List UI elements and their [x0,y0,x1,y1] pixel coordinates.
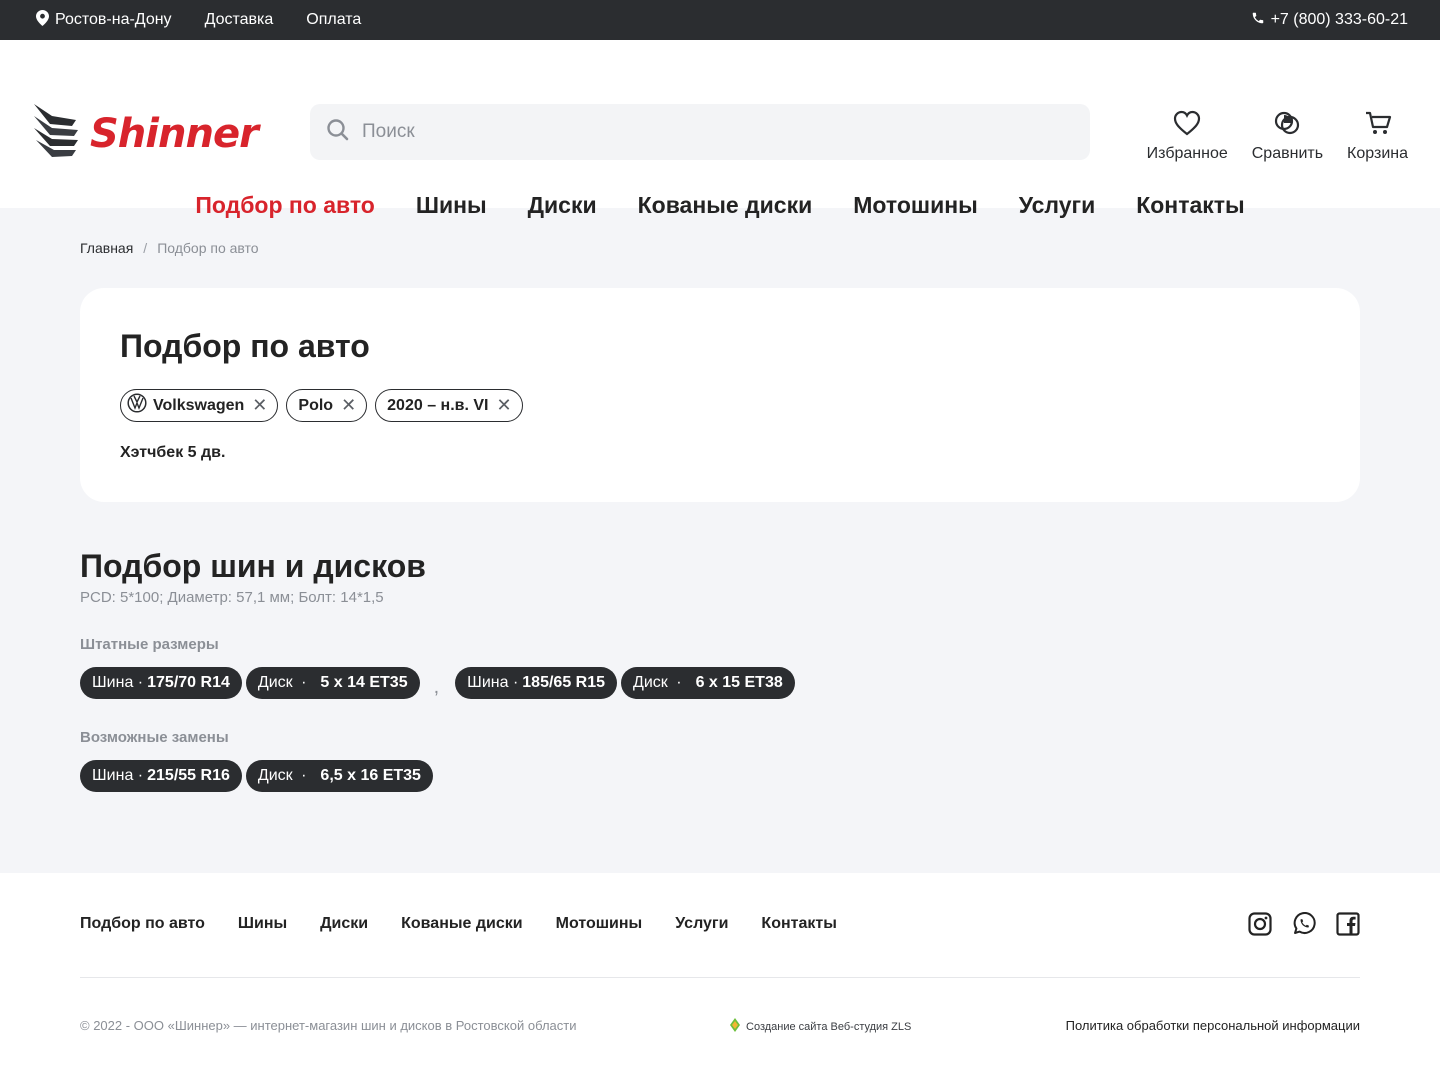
logo-text: Shinner [90,110,259,157]
nav-item-services[interactable]: Услуги [1019,192,1095,219]
footer-link-disks[interactable]: Диски [320,915,368,933]
fitment-section: Подбор шин и дисков PCD: 5*100; Диаметр:… [80,548,795,792]
size-separator: , [433,675,440,698]
footer-divider [80,977,1360,978]
footer-link-forged-disks[interactable]: Кованые диски [401,915,522,933]
nav-item-contacts[interactable]: Контакты [1136,192,1244,219]
footer-link-moto-tires[interactable]: Мотошины [556,915,643,933]
breadcrumb-current: Подбор по авто [157,240,259,256]
disk-size-pill[interactable]: Диск · 6,5 x 16 ET35 [245,760,433,792]
wings-logo-icon [32,102,80,165]
logo[interactable]: Shinner [32,102,259,165]
fitment-title: Подбор шин и дисков [80,548,426,584]
phone-number: +7 (800) 333-60-21 [1270,11,1408,28]
copyright: © 2022 - ООО «Шиннер» — интернет-магазин… [80,1018,577,1033]
studio-credit[interactable]: Создание сайта Веб-студия ZLS [730,1018,911,1035]
disk-size-pill[interactable]: Диск · 6 x 15 ET38 [621,667,795,699]
studio-label: Создание сайта Веб-студия ZLS [746,1020,912,1033]
tire-size-pill[interactable]: Шина · 215/55 R16 [80,760,242,792]
studio-logo-icon [730,1018,740,1035]
favorites-label: Избранное [1146,145,1228,162]
search-icon[interactable] [326,118,350,147]
phone-link[interactable]: +7 (800) 333-60-21 [1251,11,1408,30]
footer-link-tires[interactable]: Шины [238,915,287,933]
remove-icon[interactable]: ✕ [252,395,267,416]
replacement-sizes: Шина · 215/55 R16 Диск · 6,5 x 16 ET35 [80,760,795,792]
footer: Подбор по авто Шины Диски Кованые диски … [0,873,1440,1074]
body-type: Хэтчбек 5 дв. [120,444,226,461]
chip-model[interactable]: Polo ✕ [286,389,368,422]
search-input[interactable] [362,121,1042,143]
payment-link[interactable]: Оплата [306,11,361,29]
city-selector[interactable]: Ростов-на-Дону [36,9,172,31]
cart-label: Корзина [1347,145,1408,162]
city-label: Ростов-на-Дону [55,11,172,28]
page-title: Подбор по авто [120,328,370,364]
footer-link-services[interactable]: Услуги [675,915,728,933]
replacements-label: Возможные замены [80,729,229,746]
instagram-icon[interactable] [1248,912,1272,941]
header: Shinner Избранное Сравнить Корзина П [0,40,1440,218]
cart-button[interactable]: Корзина [1347,110,1408,163]
location-pin-icon [36,9,49,31]
heart-icon [1173,110,1201,141]
nav-item-moto-tires[interactable]: Мотошины [853,192,978,219]
footer-nav: Подбор по авто Шины Диски Кованые диски … [80,915,837,933]
breadcrumb-home[interactable]: Главная [80,240,133,256]
chip-model-label: Polo [298,396,334,414]
chip-generation[interactable]: 2020 – н.в. VI ✕ [375,389,523,422]
standard-sizes: Шина · 175/70 R14 Диск · 5 x 14 ET35 , Шин… [80,667,795,699]
selection-card: Подбор по авто Volkswagen ✕ Polo ✕ 2020 … [80,288,1360,502]
favorites-button[interactable]: Избранное [1147,110,1228,163]
standard-sizes-label: Штатные размеры [80,636,219,653]
nav-item-forged-disks[interactable]: Кованые диски [638,192,813,219]
compare-button[interactable]: Сравнить [1252,110,1323,163]
footer-link-car-selection[interactable]: Подбор по авто [80,915,205,933]
remove-icon[interactable]: ✕ [497,395,512,416]
chip-brand-label: Volkswagen [153,396,245,414]
nav-item-car-selection[interactable]: Подбор по авто [195,192,375,219]
tire-size-pill[interactable]: Шина · 185/65 R15 [455,667,618,699]
top-bar: Ростов-на-Дону Доставка Оплата +7 (800) … [0,0,1440,40]
main-nav: Подбор по авто Шины Диски Кованые диски … [0,192,1440,219]
selection-chips: Volkswagen ✕ Polo ✕ 2020 – н.в. VI ✕ [120,389,1320,422]
compare-icon [1273,110,1301,141]
search-bar [310,104,1090,160]
tire-size-pill[interactable]: Шина · 175/70 R14 [80,667,242,699]
volkswagen-logo-icon [127,393,147,418]
header-actions: Избранное Сравнить Корзина [1147,110,1408,163]
fitment-specs: PCD: 5*100; Диаметр: 57,1 мм; Болт: 14*1… [80,589,384,606]
social-links [1248,912,1360,941]
footer-link-contacts[interactable]: Контакты [761,915,836,933]
chip-brand[interactable]: Volkswagen ✕ [120,389,279,422]
chip-generation-label: 2020 – н.в. VI [387,396,489,414]
breadcrumb-separator: / [143,240,148,256]
nav-item-tires[interactable]: Шины [416,192,487,219]
cart-icon [1364,110,1392,141]
breadcrumb: Главная / Подбор по авто [80,240,259,256]
facebook-icon[interactable] [1336,912,1360,941]
nav-item-disks[interactable]: Диски [528,192,597,219]
delivery-link[interactable]: Доставка [205,11,274,29]
disk-size-pill[interactable]: Диск · 5 x 14 ET35 [245,667,420,699]
compare-label: Сравнить [1251,145,1324,162]
remove-icon[interactable]: ✕ [341,395,356,416]
whatsapp-icon[interactable] [1292,912,1316,941]
privacy-policy-link[interactable]: Политика обработки персональной информац… [1066,1018,1360,1033]
phone-icon [1251,11,1265,30]
